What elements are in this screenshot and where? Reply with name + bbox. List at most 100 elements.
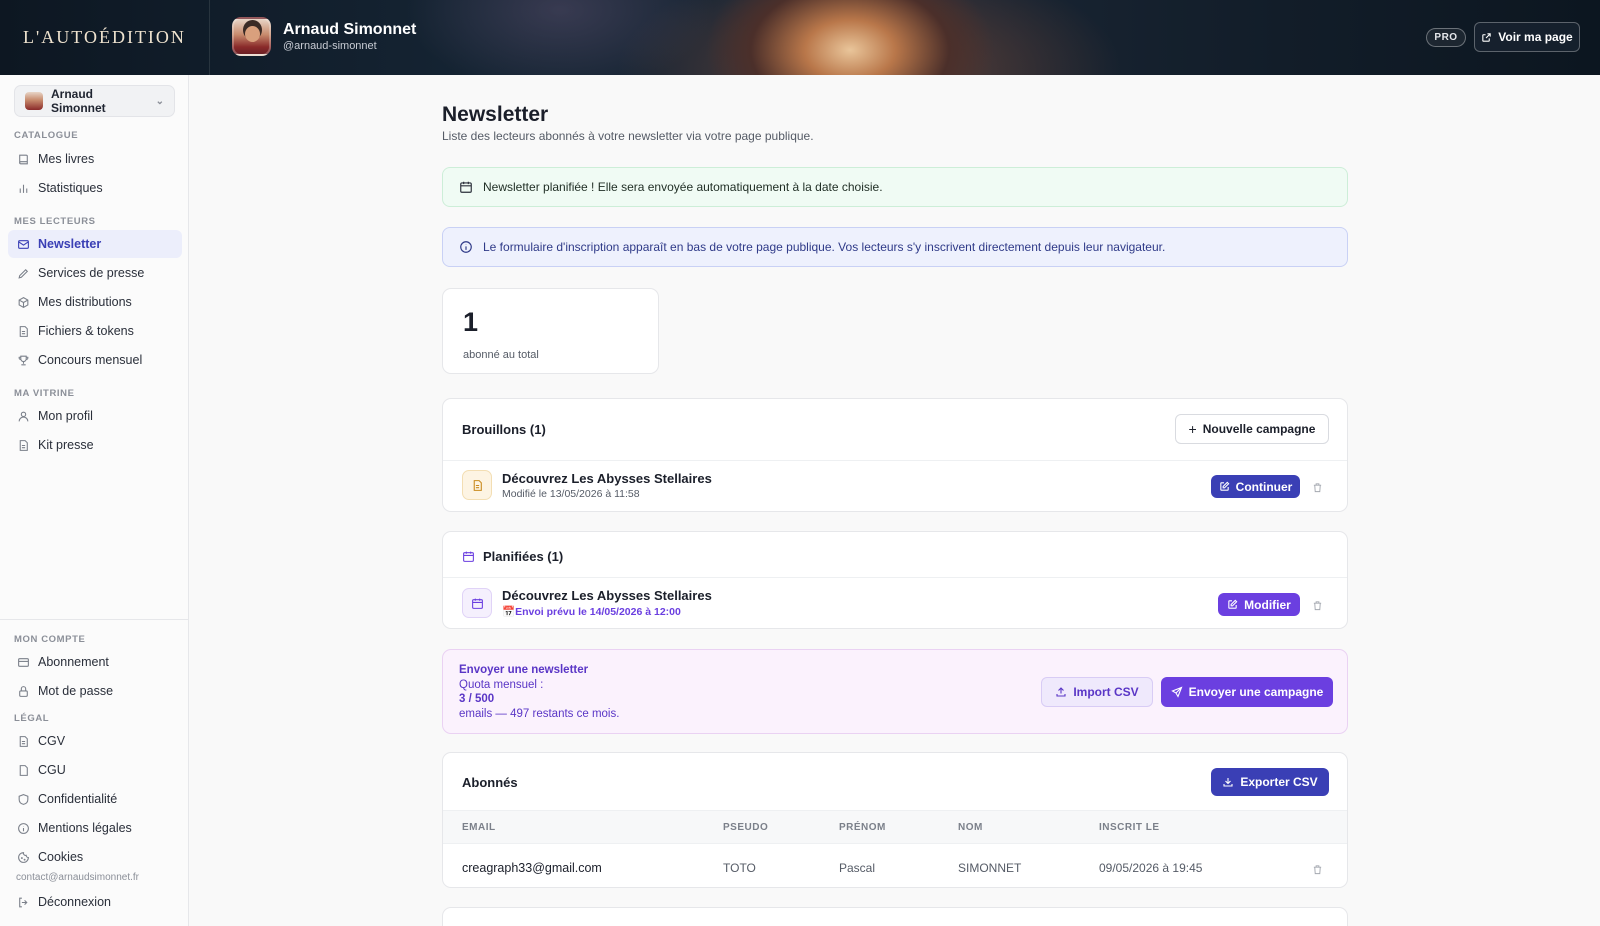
success-alert: Newsletter planifiée ! Elle sera envoyée… [442,167,1348,207]
quota-remaining: emails — 497 restants ce mois. [459,707,620,720]
sidebar-item-label: Fichiers & tokens [38,324,134,338]
column-header-pseudo[interactable]: PSEUDO [723,822,768,833]
sidebar-item-fichiers[interactable]: Fichiers & tokens [8,317,182,345]
sidebar-item-newsletter[interactable]: Newsletter [8,230,182,258]
logout-icon [16,895,30,909]
subscribers-card: Abonnés Exporter CSV EMAIL PSEUDO PRÉNOM… [442,752,1348,888]
account-switcher[interactable]: Arnaud Simonnet ⌄ [14,85,175,117]
sidebar-divider [0,619,189,620]
avatar [25,92,43,110]
delete-scheduled-trash-icon[interactable] [1310,598,1324,612]
subscriber-pseudo: TOTO [723,861,756,875]
new-campaign-button[interactable]: + Nouvelle campagne [1175,414,1329,444]
sidebar-item-abonnement[interactable]: Abonnement [8,648,182,676]
info-alert: Le formulaire d'inscription apparaît en … [442,227,1348,267]
quota-value: 3 / 500 [459,693,495,705]
subscribers-title: Abonnés [462,775,518,790]
draft-campaign-row: Découvrez Les Abysses Stellaires Modifié… [462,470,712,500]
sidebar-item-label: Mentions légales [38,821,132,835]
file-icon [16,763,30,777]
sidebar-item-label: Mon profil [38,409,93,423]
sidebar-item-cookies[interactable]: Cookies [8,843,182,871]
info-icon [16,821,30,835]
download-icon [1223,778,1233,787]
scheduled-campaign-title: Découvrez Les Abysses Stellaires [502,588,712,603]
sidebar-item-profil[interactable]: Mon profil [8,402,182,430]
continue-button[interactable]: Continuer [1211,475,1300,498]
book-icon [16,152,30,166]
scheduled-calendar-icon [462,588,492,618]
file-icon [16,734,30,748]
export-csv-label: Exporter CSV [1240,775,1318,789]
brand-logo[interactable]: L'AUTOÉDITION [0,0,210,75]
info-alert-text: Le formulaire d'inscription apparaît en … [483,240,1166,254]
sidebar-item-distributions[interactable]: Mes distributions [8,288,182,316]
next-card-partial [442,907,1348,926]
contact-email: contact@arnaudsimonnet.fr [16,872,139,883]
sidebar-item-kit-presse[interactable]: Kit presse [8,431,182,459]
sidebar-item-cgu[interactable]: CGU [8,756,182,784]
scheduled-header: Planifiées (1) [462,549,563,564]
import-csv-button[interactable]: Import CSV [1041,677,1153,707]
column-header-prenom[interactable]: PRÉNOM [839,822,886,833]
sidebar-item-label: Kit presse [38,438,94,452]
sidebar-item-label: Newsletter [38,237,102,251]
sidebar-item-mentions[interactable]: Mentions légales [8,814,182,842]
sidebar-item-label: Confidentialité [38,792,118,806]
external-link-icon [1482,32,1491,42]
calendar-emoji-icon: 📅 [502,606,516,618]
top-banner: L'AUTOÉDITION Arnaud Simonnet @arnaud-si… [0,0,1600,75]
import-csv-label: Import CSV [1073,685,1139,699]
scheduled-campaign-row: Découvrez Les Abysses Stellaires 📅Envoi … [462,588,712,618]
section-label-catalogue: CATALOGUE [14,130,79,141]
table-header: EMAIL PSEUDO PRÉNOM NOM INSCRIT LE [443,810,1347,844]
upload-icon [1056,687,1066,697]
file-icon [16,324,30,338]
column-header-inscrit[interactable]: INSCRIT LE [1099,822,1160,833]
delete-subscriber-trash-icon[interactable] [1310,862,1324,876]
plan-badge: PRO [1426,28,1466,47]
cookie-icon [16,850,30,864]
sidebar-item-label: Abonnement [38,655,109,669]
sidebar-item-services-presse[interactable]: Services de presse [8,259,182,287]
page-subtitle: Liste des lecteurs abonnés à votre newsl… [442,129,814,143]
view-page-button[interactable]: Voir ma page [1474,22,1580,52]
edit-scheduled-button[interactable]: Modifier [1218,593,1300,616]
sidebar-item-label: Concours mensuel [38,353,143,367]
scheduled-meta: 📅Envoi prévu le 14/05/2026 à 12:00 [502,605,712,618]
delete-draft-trash-icon[interactable] [1310,480,1324,494]
sidebar-item-label: Mot de passe [38,684,114,698]
sidebar-item-cgv[interactable]: CGV [8,727,182,755]
sidebar-item-mot-de-passe[interactable]: Mot de passe [8,677,182,705]
sidebar-item-confidentialite[interactable]: Confidentialité [8,785,182,813]
sidebar-item-label: Cookies [38,850,84,864]
sidebar-item-statistiques[interactable]: Statistiques [8,174,182,202]
card-divider [443,577,1347,578]
shield-icon [16,792,30,806]
sidebar-item-label: CGU [38,763,66,777]
profile-header: Arnaud Simonnet @arnaud-simonnet [232,17,416,56]
column-header-nom[interactable]: NOM [958,822,983,833]
export-csv-button[interactable]: Exporter CSV [1211,768,1329,796]
profile-name: Arnaud Simonnet [283,21,417,38]
bar-chart-icon [16,181,30,195]
plus-icon: + [1188,421,1197,437]
pen-icon [16,266,30,280]
chevron-down-icon: ⌄ [155,95,164,107]
new-campaign-label: Nouvelle campagne [1202,422,1316,436]
send-campaign-button[interactable]: Envoyer une campagne [1161,677,1333,707]
column-header-email[interactable]: EMAIL [462,822,496,833]
logout-button[interactable]: Déconnexion [8,888,182,916]
subscriber-prenom: Pascal [839,861,876,875]
drafts-title: Brouillons (1) [462,422,546,437]
sidebar: Arnaud Simonnet ⌄ CATALOGUE Mes livres S… [0,75,189,926]
sidebar-item-mes-livres[interactable]: Mes livres [8,145,182,173]
lock-icon [16,684,30,698]
section-label-compte: MON COMPTE [14,634,86,645]
calendar-icon [460,181,472,193]
sidebar-item-concours[interactable]: Concours mensuel [8,346,182,374]
mail-icon [16,237,30,251]
send-campaign-label: Envoyer une campagne [1188,685,1324,699]
sidebar-item-label: Mes livres [38,152,95,166]
success-alert-text: Newsletter planifiée ! Elle sera envoyée… [483,180,883,194]
